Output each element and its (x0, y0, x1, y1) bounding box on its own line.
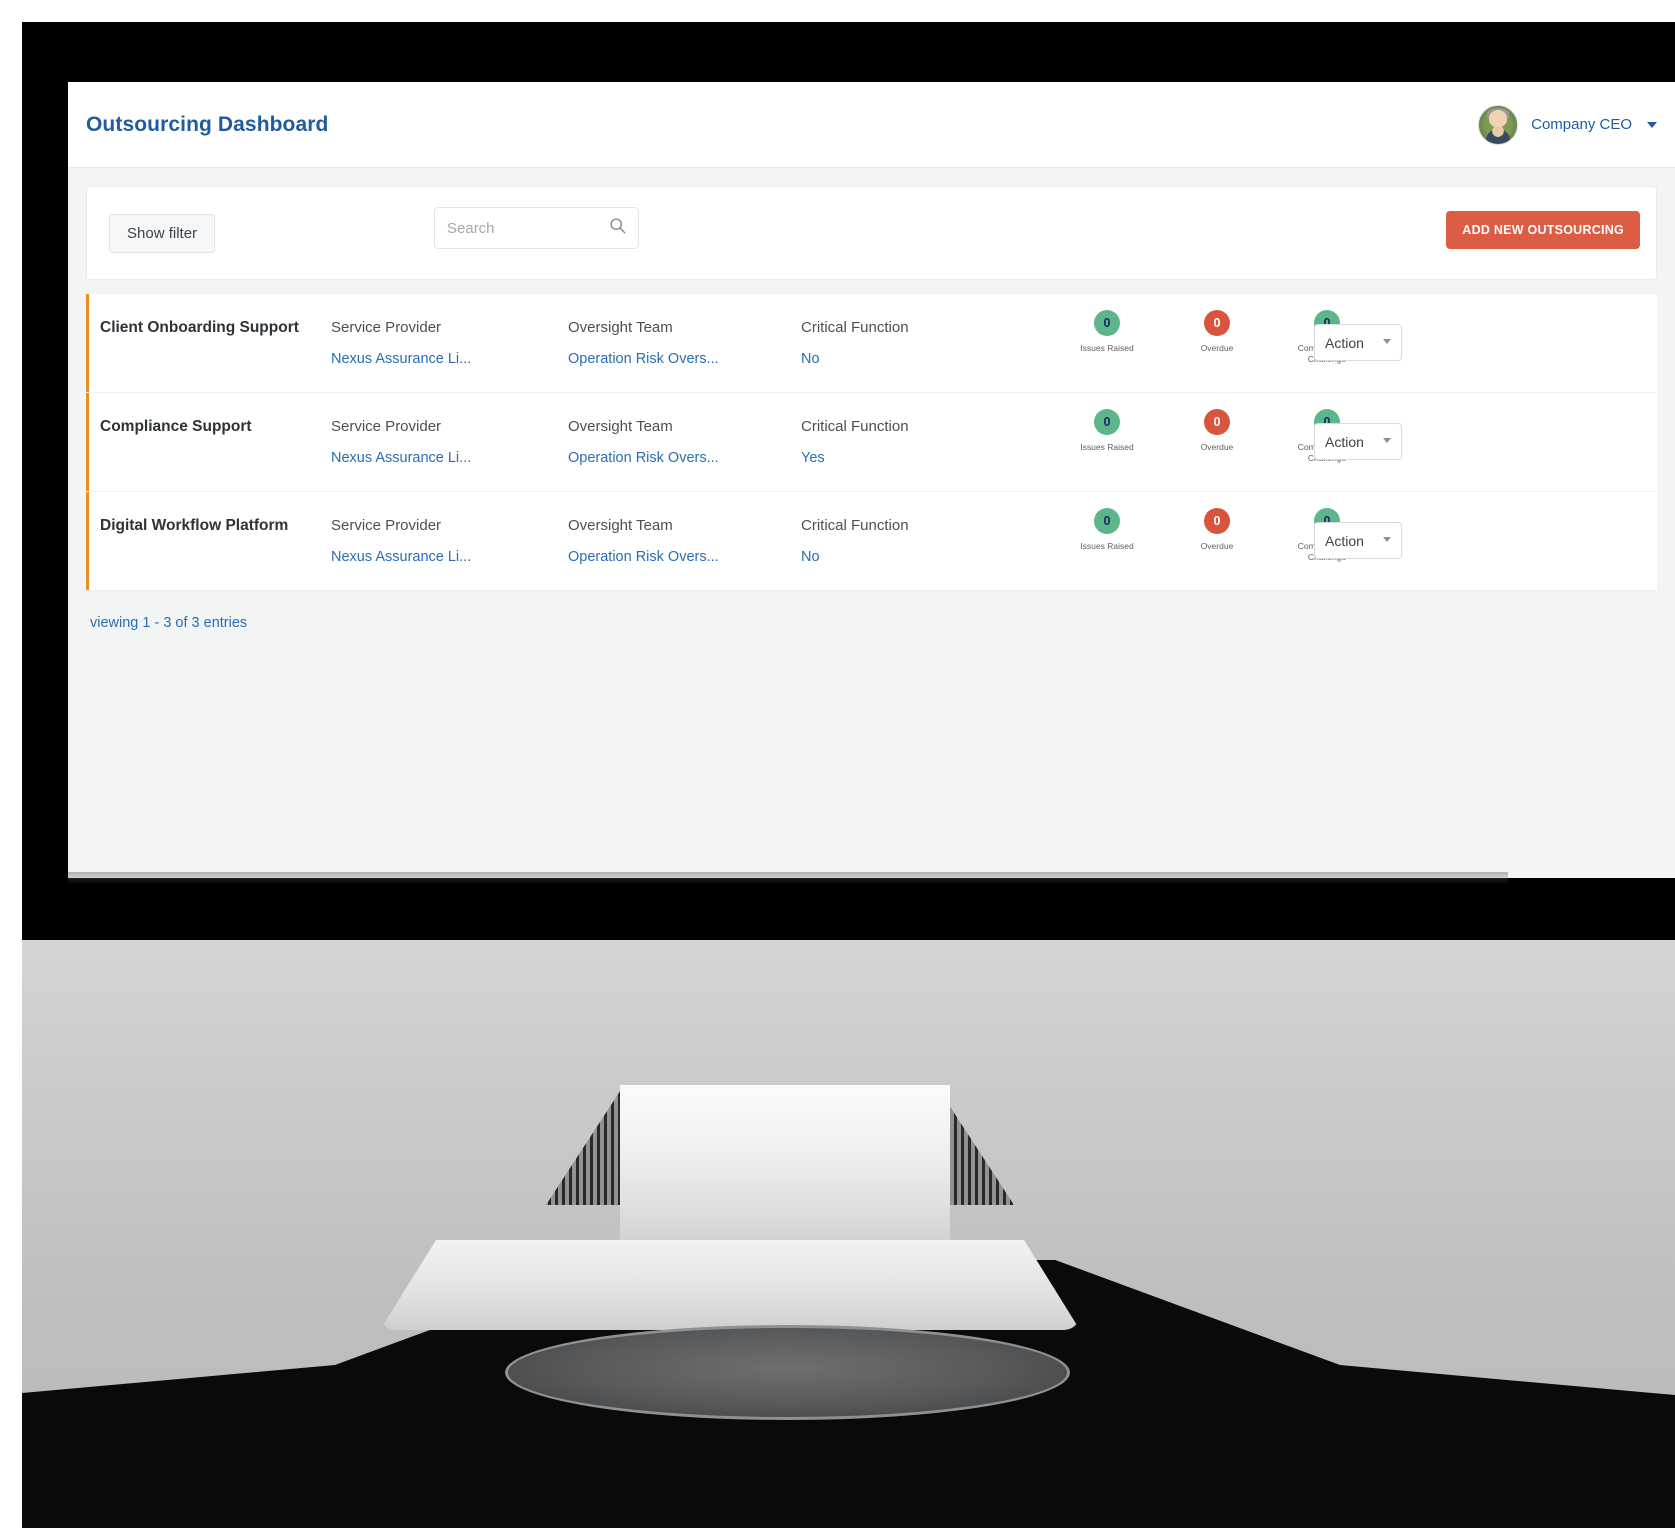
oversight-team-cell: Oversight Team Operation Risk Overs... (568, 318, 796, 367)
oversight-team-label: Oversight Team (568, 517, 673, 534)
issues-raised-label: Issues Raised (1080, 541, 1134, 551)
critical-function-value[interactable]: No (801, 549, 1011, 565)
overdue-label: Overdue (1200, 442, 1234, 452)
outsourcing-list: Client Onboarding Support Service Provid… (68, 280, 1675, 591)
table-row[interactable]: Compliance Support Service Provider Nexu… (86, 393, 1657, 492)
row-action-dropdown[interactable]: Action (1314, 324, 1402, 361)
entries-count-label: viewing 1 - 3 of 3 entries (68, 591, 1675, 631)
critical-function-value[interactable]: No (801, 351, 1011, 367)
action-select[interactable]: Action (1314, 324, 1402, 361)
outsourcing-name: Digital Workflow Platform (100, 517, 289, 534)
show-filter-button[interactable]: Show filter (109, 213, 216, 253)
action-select[interactable]: Action (1314, 423, 1402, 460)
issues-raised-label: Issues Raised (1080, 343, 1134, 353)
page-title: Outsourcing Dashboard (86, 112, 329, 136)
critical-function-cell: Critical Function Yes (801, 417, 1011, 466)
row-action-dropdown[interactable]: Action (1314, 522, 1402, 559)
screenshot-scene: Outsourcing Dashboard Company CEO Show f… (0, 0, 1675, 1528)
row-name-cell: Digital Workflow Platform (100, 516, 330, 537)
issues-raised-badge: 0 (1094, 409, 1120, 435)
issues-raised-badge: 0 (1094, 508, 1120, 534)
oversight-team-link[interactable]: Operation Risk Overs... (568, 450, 796, 466)
issues-raised-label: Issues Raised (1080, 442, 1134, 452)
overdue-label: Overdue (1200, 541, 1234, 551)
critical-function-label: Critical Function (801, 418, 909, 435)
outsourcing-name: Client Onboarding Support (100, 319, 299, 336)
critical-function-cell: Critical Function No (801, 318, 1011, 367)
table-row[interactable]: Digital Workflow Platform Service Provid… (86, 492, 1657, 591)
service-provider-cell: Service Provider Nexus Assurance Li... (331, 318, 559, 367)
overdue-badge: 0 (1204, 310, 1230, 336)
desk-pad (505, 1325, 1070, 1420)
screen-drop-shadow (68, 872, 1508, 884)
left-white-margin (0, 0, 22, 1528)
oversight-team-link[interactable]: Operation Risk Overs... (568, 351, 796, 367)
user-menu[interactable]: Company CEO (1478, 104, 1661, 145)
user-avatar-photo-icon (1478, 104, 1519, 145)
chevron-down-icon[interactable] (1647, 121, 1657, 128)
monitor-stand-foot (380, 1240, 1080, 1330)
stat-issues-raised: 0 Issues Raised (1071, 508, 1143, 562)
monitor-screen: Outsourcing Dashboard Company CEO Show f… (68, 82, 1675, 878)
service-provider-link[interactable]: Nexus Assurance Li... (331, 549, 559, 565)
search-icon[interactable] (609, 217, 626, 239)
oversight-team-label: Oversight Team (568, 319, 673, 336)
service-provider-cell: Service Provider Nexus Assurance Li... (331, 417, 559, 466)
app-header: Outsourcing Dashboard Company CEO (68, 82, 1675, 168)
service-provider-cell: Service Provider Nexus Assurance Li... (331, 516, 559, 565)
oversight-team-cell: Oversight Team Operation Risk Overs... (568, 417, 796, 466)
critical-function-value[interactable]: Yes (801, 450, 1011, 466)
service-provider-link[interactable]: Nexus Assurance Li... (331, 351, 559, 367)
toolbar-region: Show filter ADD NEW OUTSOURCING (68, 168, 1675, 280)
overdue-badge: 0 (1204, 508, 1230, 534)
stat-overdue: 0 Overdue (1181, 508, 1253, 562)
row-action-dropdown[interactable]: Action (1314, 423, 1402, 460)
critical-function-cell: Critical Function No (801, 516, 1011, 565)
monitor-stand-neck (620, 1085, 950, 1250)
critical-function-label: Critical Function (801, 517, 909, 534)
issues-raised-badge: 0 (1094, 310, 1120, 336)
critical-function-label: Critical Function (801, 319, 909, 336)
service-provider-label: Service Provider (331, 319, 442, 336)
overdue-badge: 0 (1204, 409, 1230, 435)
service-provider-label: Service Provider (331, 418, 442, 435)
toolbar-card: Show filter ADD NEW OUTSOURCING (86, 186, 1657, 280)
oversight-team-label: Oversight Team (568, 418, 673, 435)
row-name-cell: Compliance Support (100, 417, 330, 438)
oversight-team-link[interactable]: Operation Risk Overs... (568, 549, 796, 565)
search-field[interactable] (434, 207, 639, 249)
oversight-team-cell: Oversight Team Operation Risk Overs... (568, 516, 796, 565)
service-provider-label: Service Provider (331, 517, 442, 534)
overdue-label: Overdue (1200, 343, 1234, 353)
stat-overdue: 0 Overdue (1181, 310, 1253, 364)
stat-overdue: 0 Overdue (1181, 409, 1253, 463)
table-row[interactable]: Client Onboarding Support Service Provid… (86, 294, 1657, 393)
stat-issues-raised: 0 Issues Raised (1071, 409, 1143, 463)
action-select[interactable]: Action (1314, 522, 1402, 559)
add-new-outsourcing-button[interactable]: ADD NEW OUTSOURCING (1446, 211, 1640, 249)
service-provider-link[interactable]: Nexus Assurance Li... (331, 450, 559, 466)
stat-issues-raised: 0 Issues Raised (1071, 310, 1143, 364)
outsourcing-name: Compliance Support (100, 418, 252, 435)
search-input[interactable] (447, 219, 609, 237)
row-name-cell: Client Onboarding Support (100, 318, 330, 339)
user-name-label: Company CEO (1531, 116, 1632, 133)
